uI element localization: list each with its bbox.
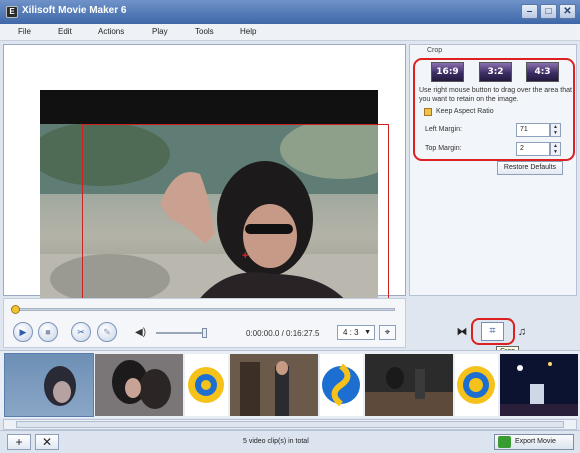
- volume-handle[interactable]: [202, 328, 207, 338]
- minimize-button[interactable]: –: [521, 4, 538, 19]
- split-icon[interactable]: ✂: [71, 322, 91, 342]
- add-clip-button[interactable]: +: [7, 434, 31, 450]
- play-button[interactable]: ▶: [13, 322, 33, 342]
- aspect-ratio-select[interactable]: 4 : 3 ▼: [337, 325, 375, 340]
- menu-tools[interactable]: Tools: [195, 27, 214, 36]
- aspect-ratio-value: 4 : 3: [343, 328, 359, 337]
- trim-icon[interactable]: ✎: [97, 322, 117, 342]
- crop-tool-icon[interactable]: ⌗: [481, 322, 504, 341]
- crop-panel: Crop 16:9 3:2 4:3 Use right mouse button…: [409, 44, 577, 296]
- clip-thumbnail[interactable]: [230, 354, 318, 416]
- timeline-scroll-thumb[interactable]: [16, 421, 564, 428]
- clip-count-text: 5 video clip(s) in total: [243, 438, 309, 445]
- video-preview[interactable]: +: [3, 44, 406, 313]
- volume-slider[interactable]: [156, 332, 206, 334]
- clip-timeline: [0, 350, 580, 418]
- clip-thumbnail[interactable]: [4, 353, 94, 417]
- menu-file[interactable]: File: [18, 27, 31, 36]
- top-margin-input[interactable]: 2: [516, 142, 550, 156]
- left-margin-label: Left Margin:: [425, 126, 462, 133]
- remove-clip-button[interactable]: ✕: [35, 434, 59, 450]
- left-margin-stepper[interactable]: ▲ ▼: [550, 123, 561, 137]
- app-icon: E: [6, 6, 18, 18]
- preset-4-3-button[interactable]: 4:3: [526, 62, 559, 82]
- stop-button[interactable]: ■: [38, 322, 58, 342]
- clip-thumbnail[interactable]: [95, 354, 183, 416]
- clip-thumbnail[interactable]: [500, 354, 578, 416]
- preset-16-9-button[interactable]: 16:9: [431, 62, 464, 82]
- menu-help[interactable]: Help: [240, 27, 256, 36]
- export-movie-label: Export Movie: [515, 438, 556, 445]
- restore-defaults-button[interactable]: Restore Defaults: [497, 161, 563, 175]
- keep-aspect-ratio-label: Keep Aspect Ratio: [436, 108, 494, 115]
- crop-group-label: Crop: [427, 47, 443, 54]
- preset-3-2-button[interactable]: 3:2: [479, 62, 512, 82]
- crop-instructions: Use right mouse button to drag over the …: [419, 87, 572, 103]
- transition-thumbnail[interactable]: [320, 354, 363, 416]
- menu-play[interactable]: Play: [152, 27, 168, 36]
- effect-tool-icon[interactable]: ⧓: [452, 324, 472, 341]
- close-button[interactable]: ✕: [559, 4, 576, 19]
- maximize-button[interactable]: □: [540, 4, 557, 19]
- keep-aspect-ratio-checkbox[interactable]: [424, 108, 432, 116]
- window-title: Xilisoft Movie Maker 6: [22, 5, 127, 16]
- menu-edit[interactable]: Edit: [58, 27, 72, 36]
- transition-thumbnail[interactable]: [185, 354, 228, 416]
- menu-bar: File Edit Actions Play Tools Help: [0, 24, 580, 41]
- crop-center-marker: +: [242, 250, 249, 262]
- chevron-down-icon: ▼: [364, 329, 371, 336]
- volume-icon[interactable]: ◀): [135, 327, 146, 338]
- menu-actions[interactable]: Actions: [98, 27, 124, 36]
- top-margin-label: Top Margin:: [425, 145, 462, 152]
- clip-thumbnail[interactable]: [365, 354, 453, 416]
- crop-rectangle[interactable]: [82, 124, 389, 313]
- timeline-scrollbar[interactable]: [3, 419, 577, 430]
- film-reel-icon: [498, 436, 511, 448]
- seek-handle[interactable]: [11, 305, 20, 314]
- snapshot-button[interactable]: ⌖: [379, 325, 396, 340]
- top-margin-stepper[interactable]: ▲ ▼: [550, 142, 561, 156]
- transition-thumbnail[interactable]: [455, 354, 498, 416]
- video-frame[interactable]: +: [40, 90, 389, 313]
- footer-bar: + ✕ 5 video clip(s) in total Export Movi…: [0, 430, 580, 453]
- left-margin-input[interactable]: 71: [516, 123, 550, 137]
- seek-bar[interactable]: [13, 308, 395, 311]
- export-movie-button[interactable]: Export Movie: [494, 434, 574, 450]
- music-tool-icon[interactable]: ♫: [512, 324, 532, 341]
- time-readout: 0:00:00.0 / 0:16:27.5: [246, 329, 320, 338]
- playback-controls: ▶ ■ ✂ ✎ ◀) 0:00:00.0 / 0:16:27.5 4 : 3 ▼…: [3, 298, 406, 348]
